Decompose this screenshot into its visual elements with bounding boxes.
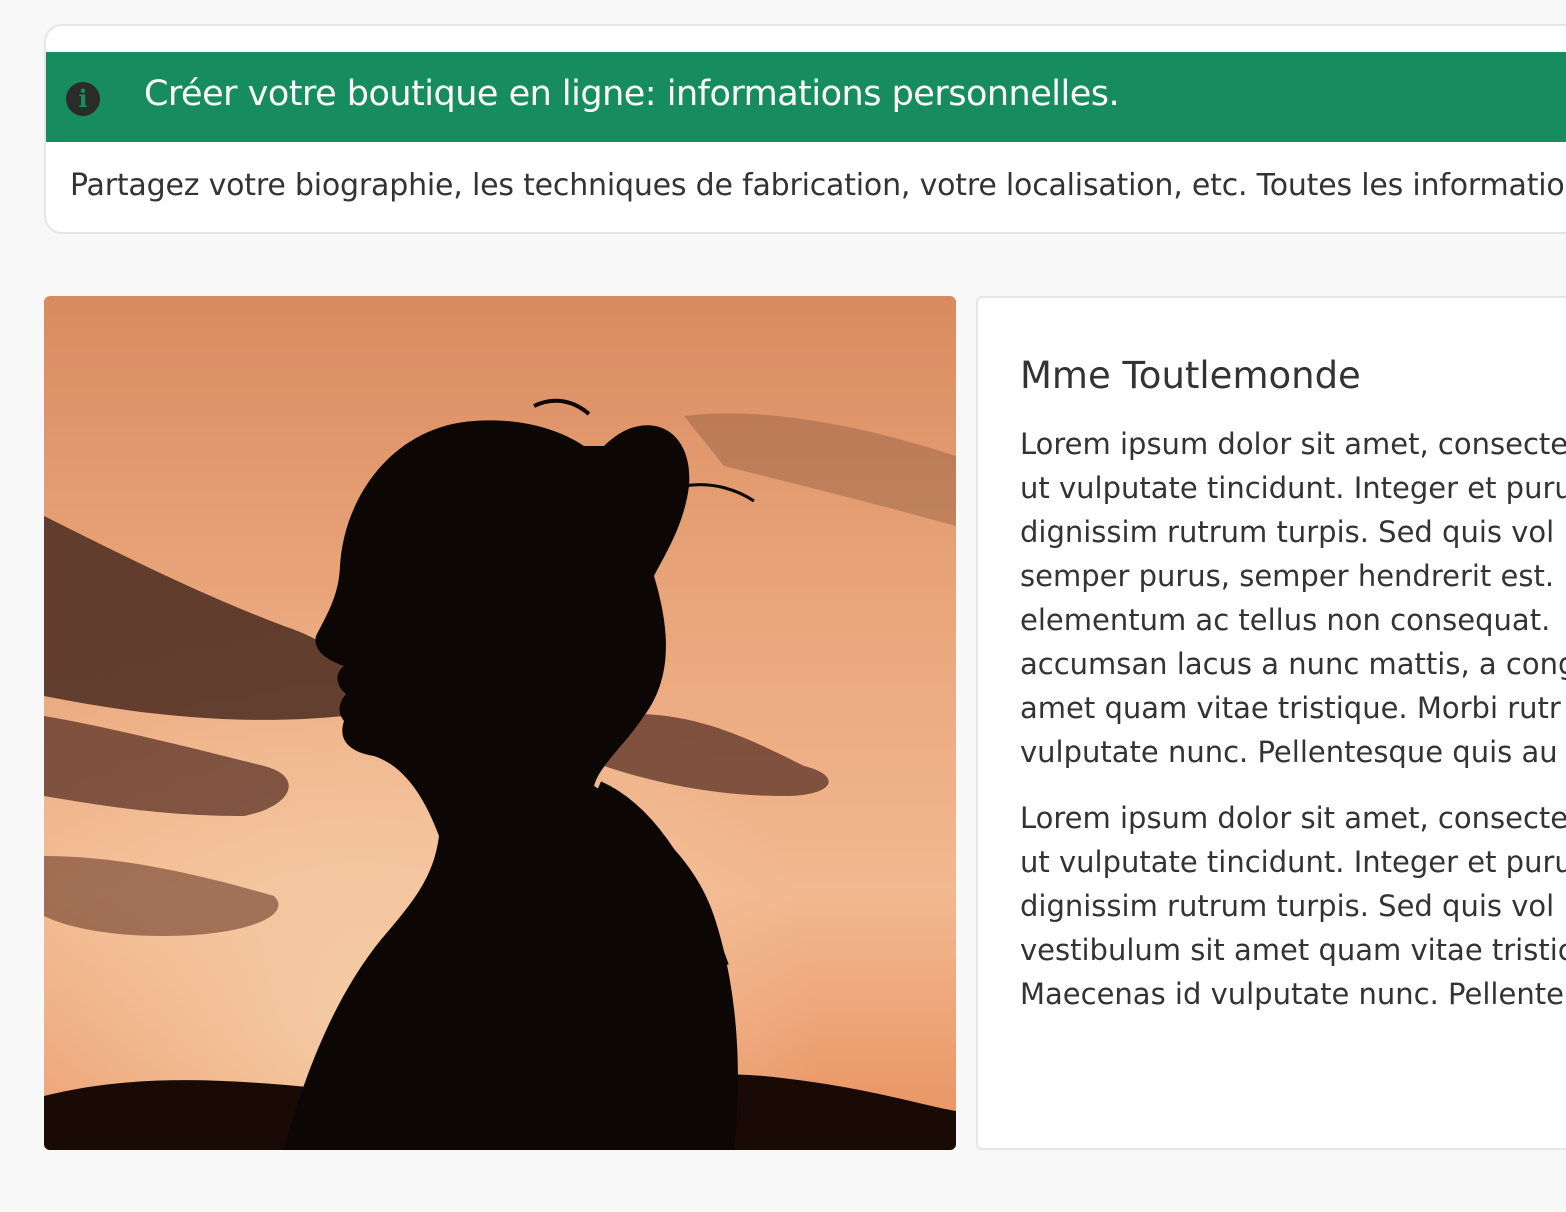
info-panel-header: i Créer votre boutique en ligne: informa… bbox=[46, 52, 1566, 142]
info-panel-title: Créer votre boutique en ligne: informati… bbox=[144, 74, 1120, 114]
bio-line: vestibulum sit amet quam vitae tristic bbox=[1020, 933, 1566, 967]
bio-line: accumsan lacus a nunc mattis, a cong bbox=[1020, 647, 1566, 681]
info-circle-icon: i bbox=[66, 82, 100, 116]
profile-name: Mme Toutlemonde bbox=[1020, 354, 1361, 397]
bio-paragraph-1: Lorem ipsum dolor sit amet, consecte ut … bbox=[1020, 422, 1566, 774]
bio-paragraph-2: Lorem ipsum dolor sit amet, consecte ut … bbox=[1020, 796, 1566, 1016]
bio-line: dignissim rutrum turpis. Sed quis vol bbox=[1020, 889, 1555, 923]
bio-line: semper purus, semper hendrerit est. bbox=[1020, 559, 1555, 593]
profile-photo bbox=[44, 296, 956, 1150]
bio-line: vulputate nunc. Pellentesque quis au bbox=[1020, 735, 1558, 769]
bio-line: dignissim rutrum turpis. Sed quis vol bbox=[1020, 515, 1555, 549]
bio-line: Lorem ipsum dolor sit amet, consecte bbox=[1020, 801, 1566, 835]
bio-line: Maecenas id vulputate nunc. Pellente bbox=[1020, 977, 1564, 1011]
bio-line: amet quam vitae tristique. Morbi rutr bbox=[1020, 691, 1561, 725]
info-panel-description: Partagez votre biographie, les technique… bbox=[70, 168, 1565, 203]
bio-card: Mme Toutlemonde Lorem ipsum dolor sit am… bbox=[976, 296, 1566, 1150]
info-panel: i Créer votre boutique en ligne: informa… bbox=[44, 24, 1566, 234]
bio-line: ut vulputate tincidunt. Integer et puru bbox=[1020, 471, 1566, 505]
bio-line: elementum ac tellus non consequat. bbox=[1020, 603, 1551, 637]
page: i Créer votre boutique en ligne: informa… bbox=[0, 0, 1566, 1212]
bio-line: ut vulputate tincidunt. Integer et puru bbox=[1020, 845, 1566, 879]
bio-line: Lorem ipsum dolor sit amet, consecte bbox=[1020, 427, 1566, 461]
